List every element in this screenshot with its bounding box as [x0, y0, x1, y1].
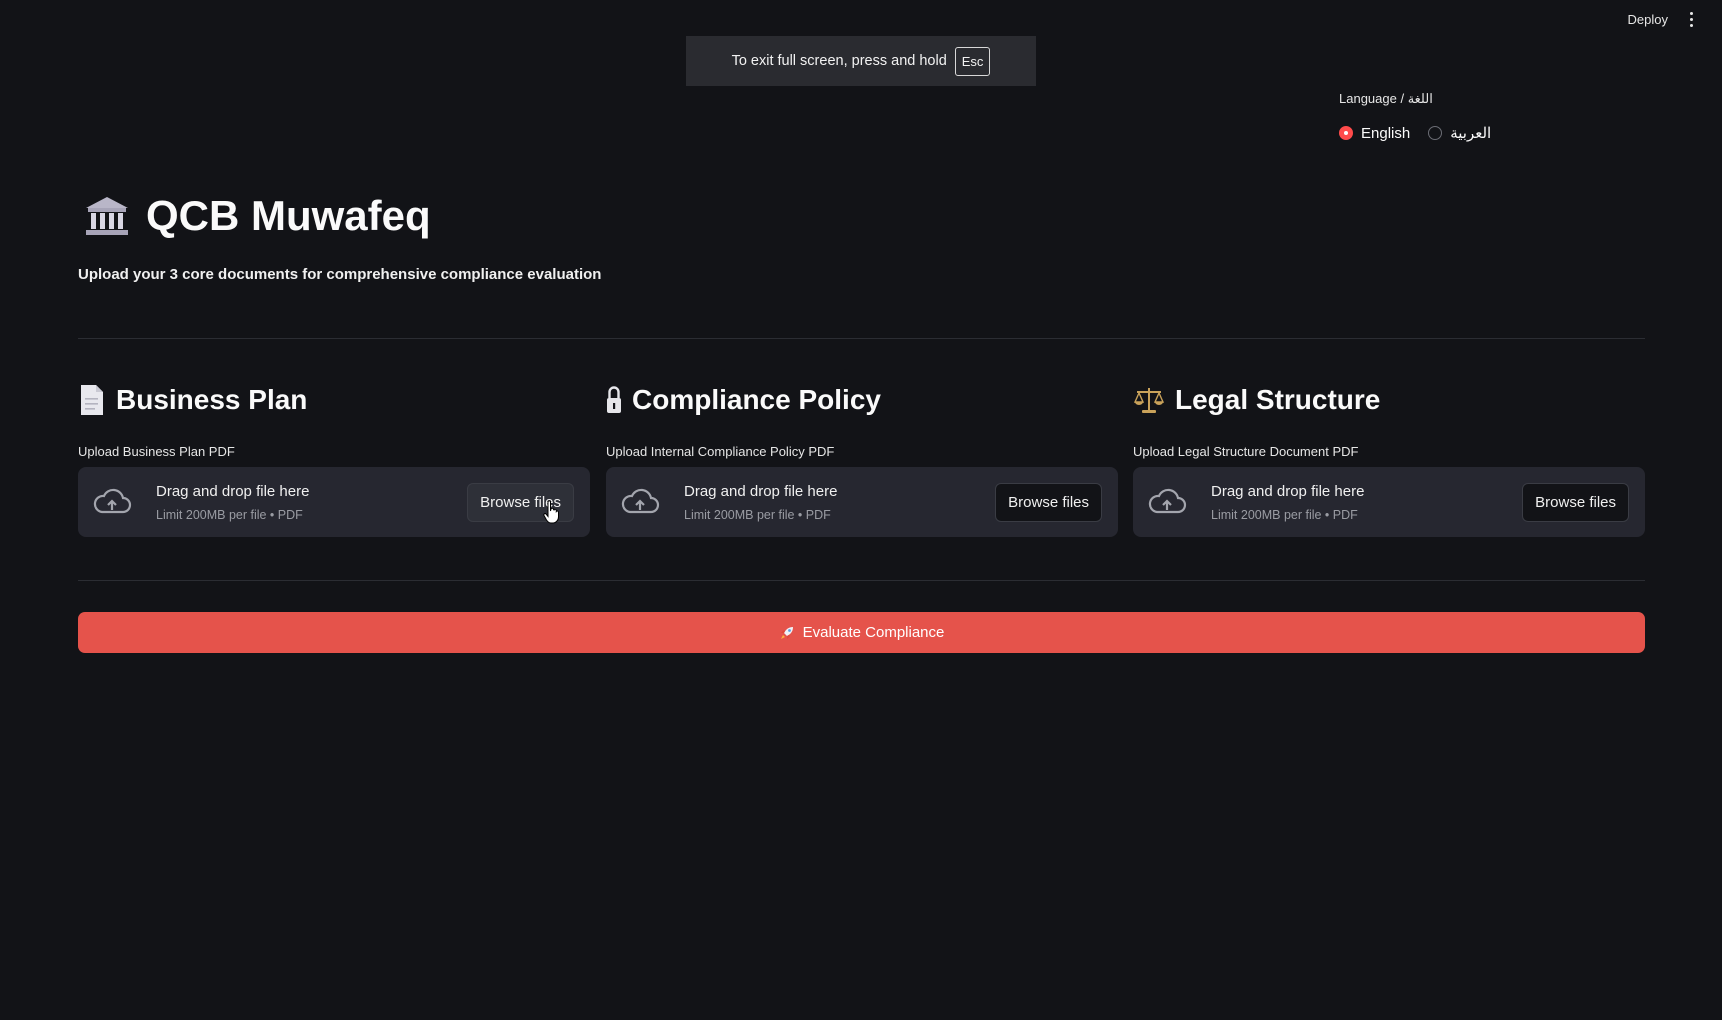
file-dropzone[interactable]: Drag and drop file here Limit 200MB per …	[78, 467, 590, 537]
mouse-pointer-icon	[543, 500, 559, 524]
deploy-button[interactable]: Deploy	[1628, 12, 1668, 27]
dropzone-text: Drag and drop file here Limit 200MB per …	[1211, 483, 1522, 522]
dropzone-limit: Limit 200MB per file • PDF	[156, 507, 303, 522]
cloud-upload-icon	[1148, 488, 1187, 514]
language-option-label: English	[1361, 124, 1411, 142]
fullscreen-notice-text: To exit full screen, press and hold	[731, 53, 947, 69]
page-header: QCB Muwafeq	[84, 192, 431, 240]
section-title: Legal Structure	[1175, 384, 1381, 415]
language-selector: Language / اللغة English العربية	[1339, 91, 1491, 142]
fullscreen-notice: To exit full screen, press and hold Esc	[686, 36, 1036, 86]
dropzone-text: Drag and drop file here Limit 200MB per …	[684, 483, 995, 522]
dropzone-text: Drag and drop file here Limit 200MB per …	[156, 483, 467, 522]
language-option-label: العربية	[1450, 125, 1492, 142]
dropzone-limit: Limit 200MB per file • PDF	[1211, 507, 1358, 522]
browse-files-button[interactable]: Browse files	[1522, 482, 1629, 522]
page-title: QCB Muwafeq	[146, 192, 431, 239]
upload-section-compliance-policy: Compliance Policy Upload Internal Compli…	[606, 380, 1118, 537]
upload-section-legal-structure: Legal Structure Upload Legal Structure D…	[1133, 380, 1645, 537]
dropzone-instruction: Drag and drop file here	[156, 482, 310, 500]
scales-icon	[1133, 388, 1165, 413]
rocket-icon	[780, 626, 793, 639]
divider	[78, 338, 1645, 339]
page-subtitle: Upload your 3 core documents for compreh…	[78, 266, 602, 283]
radio-selected-icon[interactable]	[1339, 126, 1353, 140]
lock-icon	[607, 386, 621, 413]
section-header: Compliance Policy	[606, 380, 1118, 420]
esc-key-badge: Esc	[954, 46, 991, 76]
evaluate-button-label: Evaluate Compliance	[802, 624, 945, 641]
divider	[78, 580, 1645, 581]
language-option-english[interactable]: English	[1339, 125, 1410, 142]
cloud-upload-icon	[93, 488, 132, 514]
dropzone-limit: Limit 200MB per file • PDF	[684, 507, 831, 522]
language-option-arabic[interactable]: العربية	[1428, 124, 1491, 142]
file-dropzone[interactable]: Drag and drop file here Limit 200MB per …	[606, 467, 1118, 537]
evaluate-compliance-button[interactable]: Evaluate Compliance	[78, 612, 1645, 653]
section-title: Business Plan	[116, 384, 308, 415]
upload-label: Upload Legal Structure Document PDF	[1133, 444, 1359, 459]
cloud-upload-icon	[621, 488, 660, 514]
section-header: Business Plan	[78, 380, 590, 420]
bank-icon	[86, 197, 128, 235]
section-header: Legal Structure	[1133, 380, 1645, 420]
dropzone-instruction: Drag and drop file here	[1211, 482, 1365, 500]
upload-label: Upload Business Plan PDF	[78, 444, 235, 459]
main-menu-icon[interactable]	[1688, 12, 1694, 28]
dropzone-instruction: Drag and drop file here	[684, 482, 838, 500]
top-bar: To exit full screen, press and hold Esc …	[0, 0, 1722, 86]
browse-files-button[interactable]: Browse files	[995, 482, 1102, 522]
page-icon	[81, 385, 103, 415]
upload-label: Upload Internal Compliance Policy PDF	[606, 444, 835, 459]
language-radio-group: English العربية	[1339, 124, 1491, 142]
file-dropzone[interactable]: Drag and drop file here Limit 200MB per …	[1133, 467, 1645, 537]
section-title: Compliance Policy	[632, 384, 881, 415]
radio-unselected-icon[interactable]	[1428, 126, 1443, 140]
upload-section-business-plan: Business Plan Upload Business Plan PDF D…	[78, 380, 590, 537]
language-label: Language / اللغة	[1339, 91, 1433, 106]
